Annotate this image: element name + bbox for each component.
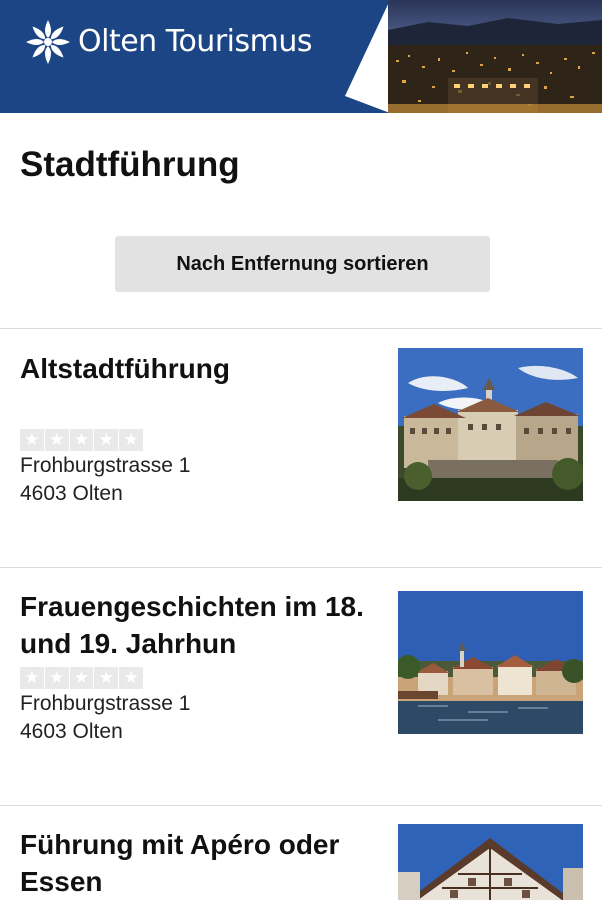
divider — [0, 567, 602, 568]
item-city: 4603 Olten — [20, 720, 123, 743]
star-icon: ★ — [94, 429, 119, 451]
rating-stars: ★ ★ ★ ★ ★ — [20, 429, 143, 451]
item-street: Frohburgstrasse 1 — [20, 692, 191, 715]
brand-name[interactable]: Olten Tourismus — [78, 24, 312, 59]
divider — [0, 805, 602, 806]
star-icon: ★ — [119, 429, 143, 451]
city-night-photo — [388, 0, 602, 113]
star-icon: ★ — [119, 667, 143, 689]
river-town-photo[interactable] — [398, 586, 583, 739]
item-title[interactable]: Frauengeschichten im 18. und 19. Jahrhun — [20, 588, 390, 662]
star-icon: ★ — [20, 429, 44, 451]
app-header: Olten Tourismus — [0, 0, 602, 113]
sort-by-distance-button[interactable]: Nach Entfernung sortieren — [115, 236, 490, 292]
divider — [0, 328, 602, 329]
star-icon: ★ — [94, 667, 119, 689]
item-street: Frohburgstrasse 1 — [20, 454, 191, 477]
star-icon: ★ — [69, 429, 94, 451]
item-city: 4603 Olten — [20, 482, 123, 505]
item-title[interactable]: Altstadtführung — [20, 350, 390, 387]
star-icon: ★ — [20, 667, 44, 689]
star-icon: ★ — [44, 429, 69, 451]
page-title: Stadtführung — [20, 145, 240, 184]
rating-stars: ★ ★ ★ ★ ★ — [20, 667, 143, 689]
star-icon: ★ — [69, 667, 94, 689]
item-title[interactable]: Führung mit Apéro oder Essen — [20, 826, 390, 900]
sun-star-logo-icon[interactable] — [24, 18, 72, 66]
timber-house-photo[interactable] — [398, 824, 583, 900]
star-icon: ★ — [44, 667, 69, 689]
old-town-photo[interactable] — [398, 348, 583, 501]
